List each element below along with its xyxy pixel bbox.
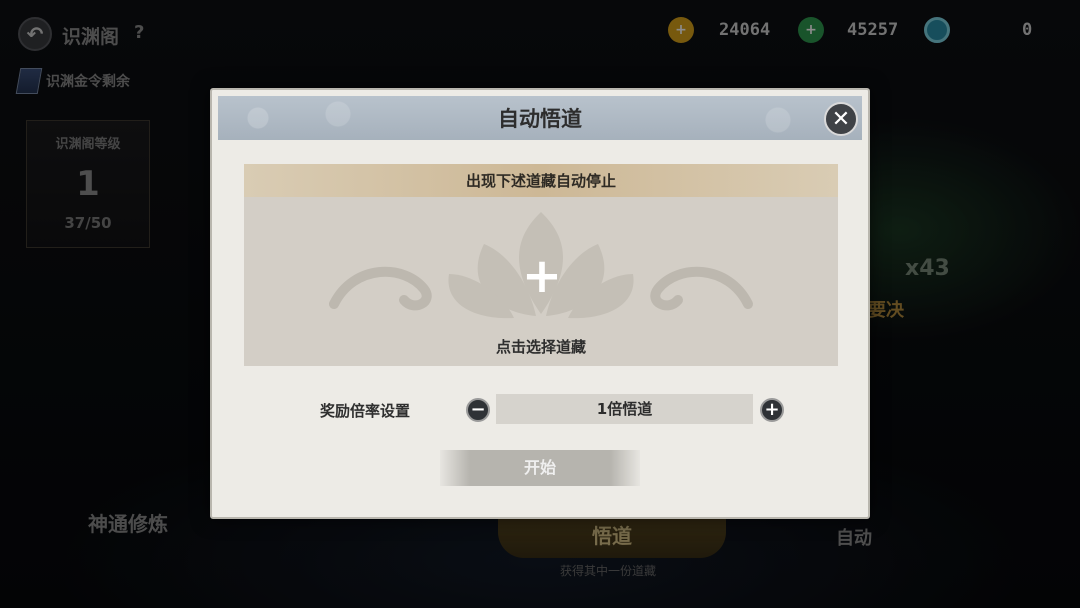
multiplier-label: 奖励倍率设置	[320, 402, 411, 420]
stop-item-panel[interactable]: 出现下述道藏自动停止 + 点击选择道藏	[244, 164, 838, 366]
close-button[interactable]: ✕	[824, 102, 858, 136]
dialog-header: 自动悟道	[218, 96, 862, 140]
multiplier-value: 1倍悟道	[496, 394, 753, 424]
start-button[interactable]: 开始	[440, 450, 640, 486]
multiplier-decrease-button[interactable]: −	[466, 398, 490, 422]
select-item-hint: 点击选择道藏	[495, 338, 586, 356]
add-item-icon[interactable]: +	[520, 252, 564, 300]
close-icon: ✕	[831, 106, 851, 132]
auto-enlightenment-dialog: 自动悟道 ✕ 出现下述道藏自动停止 + 点击选择道藏 奖励倍率设置 − 1倍悟道…	[210, 88, 870, 519]
stop-condition-text: 出现下述道藏自动停止	[465, 172, 616, 190]
dialog-title: 自动悟道	[498, 107, 582, 131]
stop-condition-header: 出现下述道藏自动停止	[244, 164, 838, 197]
multiplier-increase-button[interactable]: +	[760, 398, 784, 422]
